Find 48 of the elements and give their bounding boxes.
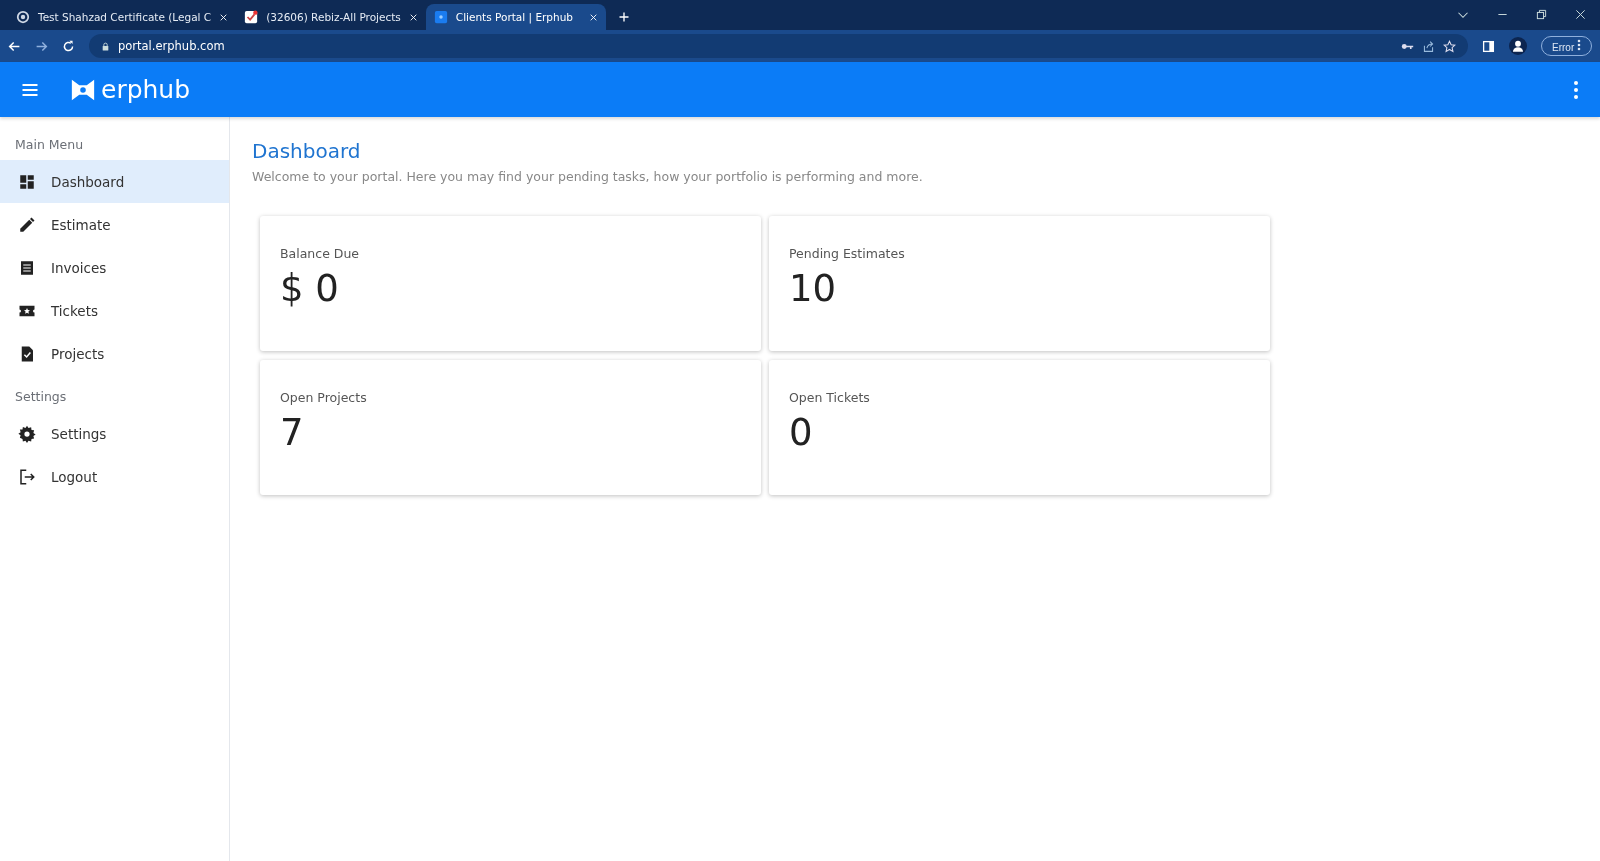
nav-item[interactable]: Estimate (0, 203, 229, 246)
new-tab-icon[interactable] (617, 11, 630, 23)
section-heading: Settings (14, 389, 68, 406)
share-icon[interactable] (1422, 39, 1435, 53)
nav-item[interactable]: Invoices (0, 246, 229, 289)
card-value: 7 (280, 411, 305, 454)
card-label: Open Projects (280, 390, 368, 405)
list-icon (18, 258, 36, 277)
browser-tab[interactable]: (32606) Rebiz-All Projects (236, 4, 426, 30)
logo-text: erphub (101, 75, 191, 104)
card-value: $ 0 (280, 267, 340, 310)
nav-item[interactable]: Settings (0, 412, 229, 455)
card-label: Open Tickets (789, 390, 871, 405)
pencil-icon (18, 215, 36, 234)
star-icon[interactable] (1443, 39, 1456, 53)
favicon-icon (244, 10, 259, 24)
favicon-icon (433, 10, 448, 24)
more-options-icon[interactable] (1572, 79, 1580, 100)
section-heading: Main Menu (14, 137, 85, 154)
favicon-icon (16, 10, 30, 24)
address-bar[interactable]: portal.erphub.com (89, 34, 1468, 58)
settings-icon (18, 424, 36, 443)
nav-item[interactable]: Logout (0, 455, 229, 498)
restore-icon[interactable] (1536, 9, 1547, 20)
page-title: Dashboard (252, 139, 362, 163)
grid-icon (18, 172, 36, 191)
browser-tab[interactable]: Clients Portal | Erphub (425, 4, 606, 30)
browser-tab[interactable]: Test Shahzad Certificate (Legal C (8, 4, 237, 30)
close-icon[interactable] (408, 12, 418, 22)
reload-icon[interactable] (62, 39, 75, 53)
nav-item[interactable]: Dashboard (0, 160, 229, 203)
back-icon[interactable] (8, 39, 21, 53)
lock-icon (101, 41, 110, 51)
page-subtitle: Welcome to your portal. Here you may find your pending tasks, how your portfolio is performing and more. (252, 169, 924, 184)
more-options-icon (1577, 39, 1581, 51)
forward-icon[interactable] (35, 39, 48, 53)
close-icon[interactable] (1575, 9, 1586, 20)
close-icon[interactable] (588, 12, 598, 22)
close-icon[interactable] (219, 12, 229, 22)
profile-icon[interactable] (1509, 37, 1527, 55)
nav-item[interactable]: Projects (0, 332, 229, 375)
side-panel-icon[interactable] (1482, 39, 1495, 53)
card-value: 0 (789, 411, 814, 454)
nav-item[interactable]: Tickets (0, 289, 229, 332)
card-value: 10 (789, 267, 838, 310)
card-label: Balance Due (280, 246, 361, 261)
logout-icon (18, 467, 36, 486)
card-label: Pending Estimates (789, 246, 906, 261)
